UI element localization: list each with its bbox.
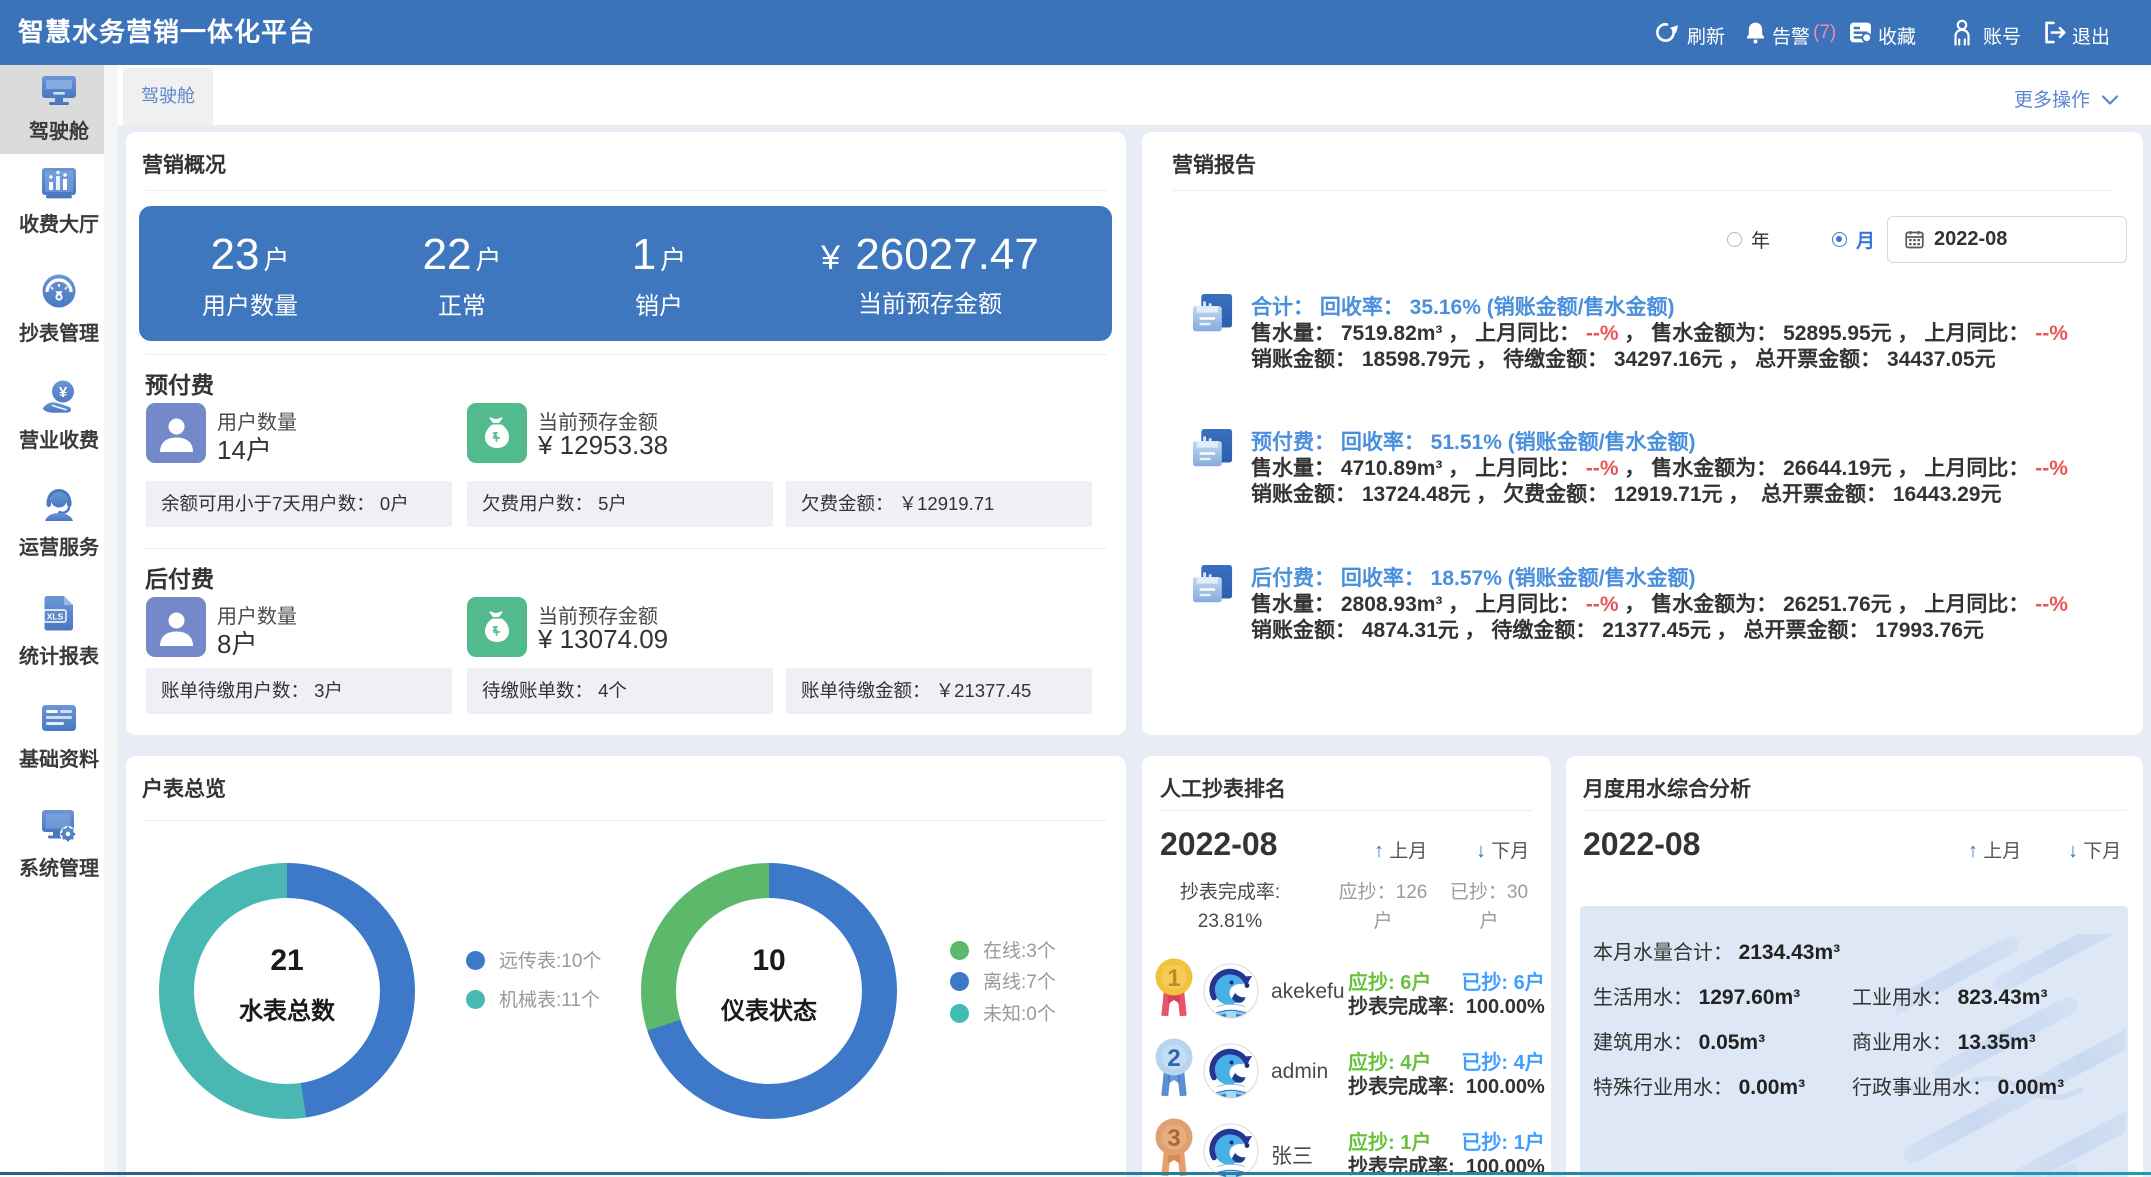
svg-text:3: 3 xyxy=(1167,1125,1180,1152)
svg-text:1: 1 xyxy=(1167,965,1180,992)
svg-text:¥: ¥ xyxy=(59,384,68,401)
svg-text:XLS: XLS xyxy=(47,612,64,622)
svg-text:2: 2 xyxy=(1167,1045,1180,1072)
